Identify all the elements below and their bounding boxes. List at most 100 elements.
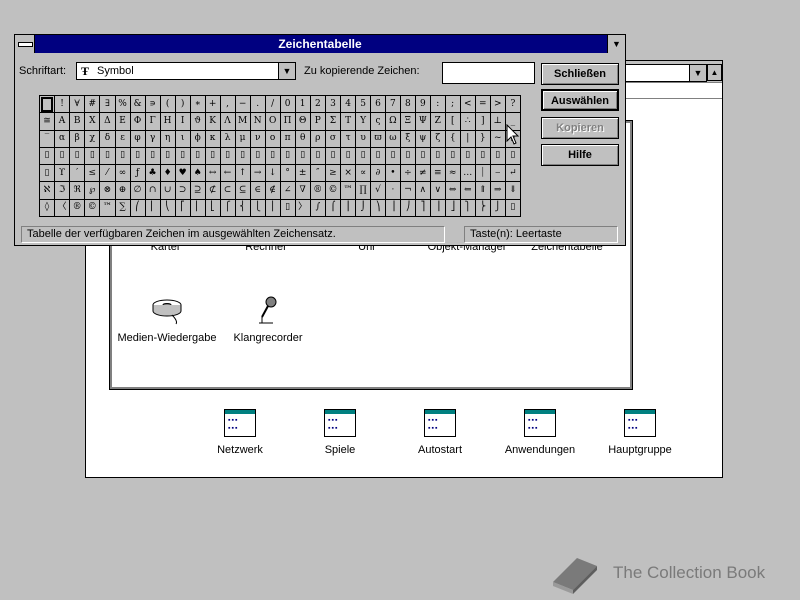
character-cell[interactable]: ⊄ — [204, 181, 221, 200]
program-manager-dropdown[interactable]: ▼ — [617, 64, 707, 82]
character-cell[interactable]: + — [204, 94, 221, 114]
character-cell[interactable]: ▯ — [39, 146, 55, 166]
character-cell[interactable]: ∍ — [144, 94, 161, 114]
help-button[interactable]: Hilfe — [541, 144, 619, 166]
character-cell[interactable]: ? — [504, 94, 522, 114]
character-cell[interactable]: ℑ — [53, 181, 71, 200]
character-cell[interactable]: ° — [279, 164, 296, 183]
character-cell[interactable]: ≠ — [414, 164, 431, 183]
character-cell[interactable]: ∏ — [355, 181, 372, 200]
character-cell[interactable]: ▯ — [189, 146, 206, 166]
character-cell[interactable]: ⌠ — [324, 198, 342, 218]
character-cell[interactable]: : — [429, 94, 446, 114]
character-cell[interactable]: Τ — [340, 112, 357, 131]
character-cell[interactable]: Α — [53, 112, 71, 131]
character-cell[interactable]: ⏐ — [474, 164, 491, 183]
character-cell[interactable]: ∅ — [129, 181, 146, 200]
character-cell[interactable]: ⎥ — [429, 198, 446, 218]
character-cell[interactable]: ∗ — [189, 94, 206, 114]
character-cell[interactable]: ε — [114, 129, 131, 148]
character-cell[interactable]: λ — [219, 129, 236, 148]
character-cell[interactable]: ▯ — [249, 146, 266, 166]
character-cell[interactable]: 9 — [414, 94, 431, 114]
system-menu-button[interactable] — [15, 35, 35, 53]
character-cell[interactable]: ⎮ — [340, 198, 357, 218]
character-cell[interactable]: Ξ — [399, 112, 416, 131]
character-cell[interactable]: ϖ — [370, 129, 386, 148]
character-cell[interactable]: Θ — [294, 112, 311, 131]
character-cell[interactable]: ▯ — [504, 146, 522, 166]
character-cell[interactable]: ± — [294, 164, 311, 183]
character-cell[interactable]: ◊ — [39, 198, 55, 218]
character-cell[interactable]: 7 — [384, 94, 401, 114]
character-cell[interactable]: ⇔ — [444, 181, 461, 200]
chevron-down-icon[interactable]: ▼ — [689, 65, 706, 81]
character-cell[interactable]: Δ — [99, 112, 116, 131]
character-cell[interactable]: ▯ — [429, 146, 446, 166]
character-cell[interactable]: 6 — [370, 94, 386, 114]
character-cell[interactable]: Κ — [204, 112, 221, 131]
character-cell[interactable]: ψ — [414, 129, 431, 148]
character-cell[interactable]: / — [264, 94, 281, 114]
character-cell[interactable]: ∫ — [309, 198, 326, 218]
character-cell[interactable]: ″ — [309, 164, 326, 183]
character-cell[interactable]: Σ — [324, 112, 342, 131]
character-cell[interactable]: ▯ — [174, 146, 191, 166]
character-cell[interactable]: ♦ — [159, 164, 176, 183]
window-title[interactable]: Zeichentabelle — [15, 35, 625, 53]
character-cell[interactable]: β — [69, 129, 86, 148]
character-cell[interactable]: ⎛ — [129, 198, 146, 218]
character-cell[interactable]: ⎣ — [204, 198, 221, 218]
character-cell[interactable]: Ψ — [414, 112, 431, 131]
copy-button[interactable]: Kopieren — [541, 117, 619, 139]
character-cell[interactable]: ▯ — [53, 146, 71, 166]
character-cell[interactable]: ⎢ — [189, 198, 206, 218]
character-cell[interactable]: ⋅ — [384, 181, 401, 200]
character-cell[interactable]: 〉 — [294, 198, 311, 218]
character-cell[interactable]: ▯ — [279, 198, 296, 218]
character-cell[interactable]: ⎩ — [249, 198, 266, 218]
character-cell[interactable]: ▯ — [444, 146, 461, 166]
character-cell[interactable]: ∧ — [414, 181, 431, 200]
character-cell[interactable]: ∑ — [114, 198, 131, 218]
character-cell[interactable]: ƒ — [129, 164, 146, 183]
character-cell[interactable]: Ι — [174, 112, 191, 131]
character-cell[interactable]: | — [459, 129, 476, 148]
character-cell[interactable]: 5 — [355, 94, 372, 114]
character-cell[interactable]: = — [474, 94, 491, 114]
character-cell[interactable]: ⎟ — [384, 198, 401, 218]
character-cell[interactable]: • — [384, 164, 401, 183]
character-cell[interactable]: ξ — [399, 129, 416, 148]
character-cell[interactable]: ™ — [340, 181, 357, 200]
character-cell[interactable]: 0 — [279, 94, 296, 114]
character-cell[interactable]: ▯ — [129, 146, 146, 166]
program-icon-klangrecorder[interactable]: Klangrecorder — [208, 295, 328, 344]
character-cell[interactable]: ⎤ — [414, 198, 431, 218]
character-cell[interactable]: ϒ — [53, 164, 71, 183]
character-grid[interactable]: ! ∀ # ∃% & ∍() ∗ +, −./0 1 2 3 4 5 6 7 8 9:; < = >? ≅ Α Β Χ Δ Ε Φ Γ Η… — [39, 94, 522, 218]
character-cell[interactable]: γ — [144, 129, 161, 148]
character-cell[interactable]: ∈ — [249, 181, 266, 200]
character-cell[interactable]: ∉ — [264, 181, 281, 200]
character-cell[interactable]: ® — [309, 181, 326, 200]
character-cell[interactable]: ⎠ — [399, 198, 416, 218]
character-cell[interactable]: ▯ — [219, 146, 236, 166]
minimize-button[interactable]: ▼ — [607, 35, 625, 53]
chevron-down-icon[interactable]: ▼ — [278, 63, 295, 79]
character-cell[interactable]: η — [159, 129, 176, 148]
character-cell[interactable]: ▯ — [399, 146, 416, 166]
character-cell[interactable]: ⁄ — [99, 164, 116, 183]
character-cell[interactable]: ¬ — [399, 181, 416, 200]
character-cell[interactable]: ∀ — [69, 94, 86, 114]
character-cell[interactable]: ™ — [99, 198, 116, 218]
character-cell[interactable]: ϑ — [189, 112, 206, 131]
character-cell[interactable]: ϕ — [189, 129, 206, 148]
character-cell[interactable]: 4 — [340, 94, 357, 114]
character-cell[interactable]: χ — [84, 129, 101, 148]
character-cell[interactable]: ] — [474, 112, 491, 131]
character-cell[interactable]: Η — [159, 112, 176, 131]
character-cell[interactable]: ⊂ — [219, 181, 236, 200]
character-cell[interactable]: × — [340, 164, 357, 183]
maximize-button[interactable]: ▲ — [707, 64, 722, 81]
character-cell[interactable]: ▯ — [144, 146, 161, 166]
